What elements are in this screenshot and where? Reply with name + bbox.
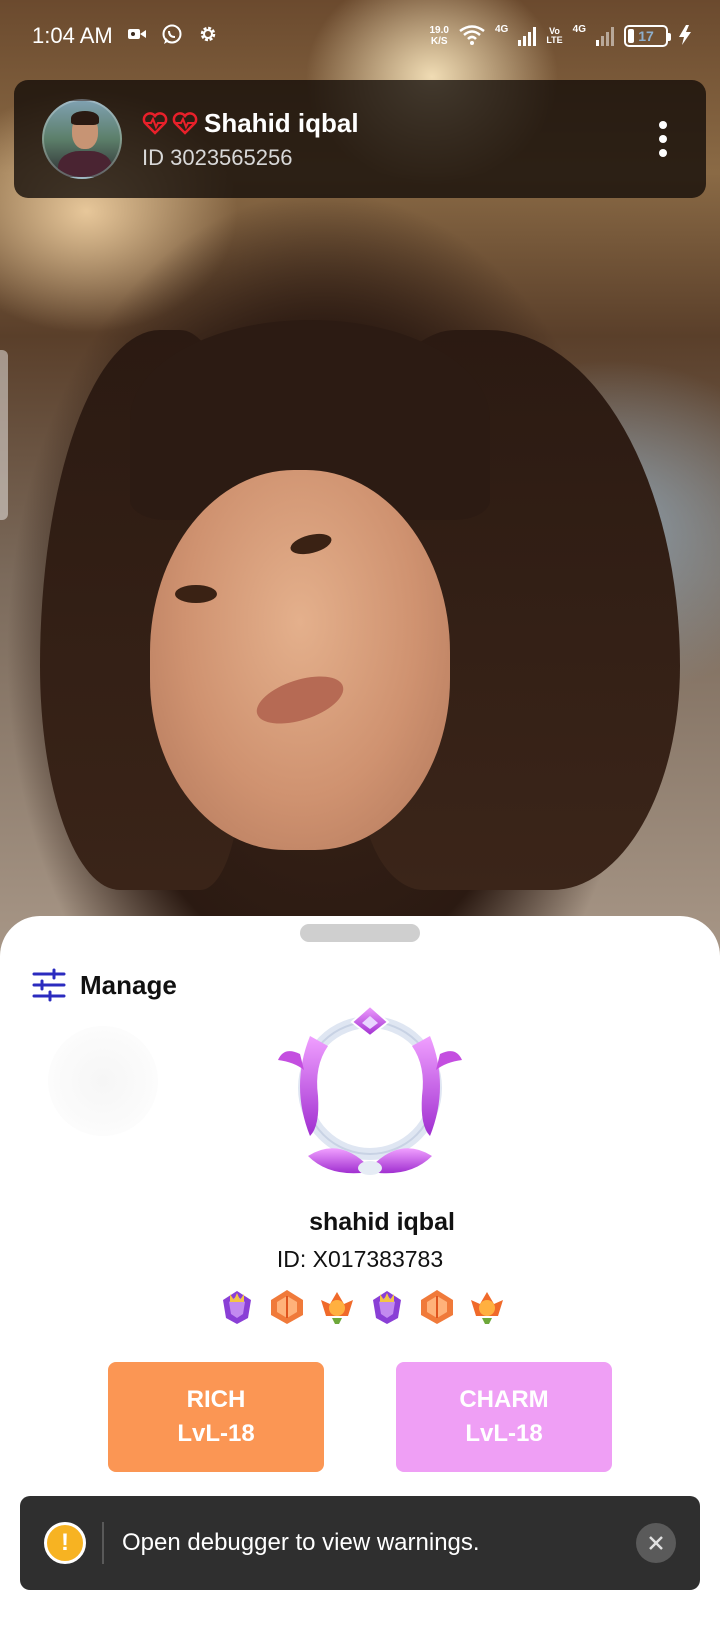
eye-shape	[175, 585, 217, 603]
header-user-id: ID 3023565256	[142, 144, 293, 170]
whatsapp-icon	[161, 23, 183, 50]
sliders-icon	[32, 968, 66, 1002]
warning-icon: !	[44, 1522, 86, 1564]
flame-badge-icon	[321, 1292, 353, 1324]
video-icon	[127, 26, 147, 47]
heartbeat-icon	[142, 112, 168, 135]
status-bar: 1:04 AM 19.0 K/S 4G Vo LTE 4G 17	[0, 0, 720, 72]
close-icon[interactable]	[636, 1523, 676, 1563]
charging-icon	[678, 24, 692, 49]
edge-handle[interactable]	[0, 350, 8, 520]
toast-message: Open debugger to view warnings.	[122, 1529, 480, 1556]
net-speed-value: 19.0	[429, 25, 449, 36]
signal-icon	[518, 26, 537, 46]
battery-icon: 17	[624, 25, 671, 47]
status-time: 1:04 AM	[32, 23, 113, 48]
volte-indicator: Vo LTE	[546, 27, 562, 45]
charm-title: CHARM	[459, 1386, 549, 1413]
manage-button[interactable]: Manage	[32, 968, 177, 1002]
rich-level: LvL-18	[177, 1420, 255, 1447]
face-shape	[150, 470, 450, 850]
faded-avatar-placeholder	[48, 1026, 158, 1136]
profile-username: shahid iqbal	[309, 1208, 455, 1236]
signal-icon	[596, 26, 614, 46]
debugger-toast[interactable]: ! Open debugger to view warnings.	[20, 1496, 700, 1590]
profile-header: Shahid iqbal ID 3023565256	[14, 80, 706, 198]
rich-level-button[interactable]: RICH LvL-18	[108, 1362, 324, 1472]
network-type: 4G	[572, 23, 586, 35]
battery-fill	[628, 29, 635, 43]
manage-label: Manage	[80, 969, 177, 1000]
toast-divider	[102, 1522, 104, 1564]
wifi-icon	[459, 24, 485, 48]
crown-badge-icon	[223, 1291, 251, 1324]
rich-title: RICH	[186, 1386, 246, 1413]
more-vertical-icon[interactable]	[648, 114, 678, 164]
user-info: Shahid iqbal ID 3023565256	[142, 108, 648, 171]
crown-badge-icon	[373, 1291, 401, 1324]
net-speed: 19.0 K/S	[430, 25, 449, 47]
battery-level: 17	[638, 28, 654, 44]
avatar-hair	[71, 111, 99, 125]
flame-badge-icon	[471, 1292, 503, 1324]
gift-box-badge-icon	[421, 1290, 453, 1324]
volte-bottom: LTE	[546, 35, 563, 45]
header-username: Shahid iqbal	[204, 107, 359, 138]
profile-id: ID: X017383783	[276, 1246, 444, 1272]
avatar[interactable]	[42, 99, 122, 179]
gift-box-badge-icon	[271, 1290, 303, 1324]
network-type: 4G	[494, 23, 509, 35]
name-row: Shahid iqbal	[142, 108, 648, 139]
avatar-body	[58, 151, 112, 177]
sheet-drag-handle[interactable]	[300, 924, 420, 942]
settings-icon	[197, 23, 219, 50]
badge-row	[218, 1288, 506, 1326]
heartbeat-icon	[172, 112, 198, 135]
net-speed-unit: K/S	[430, 36, 448, 47]
charm-level: LvL-18	[465, 1420, 543, 1447]
charm-level-button[interactable]: CHARM LvL-18	[396, 1362, 612, 1472]
avatar-frame-icon[interactable]	[270, 996, 470, 1196]
